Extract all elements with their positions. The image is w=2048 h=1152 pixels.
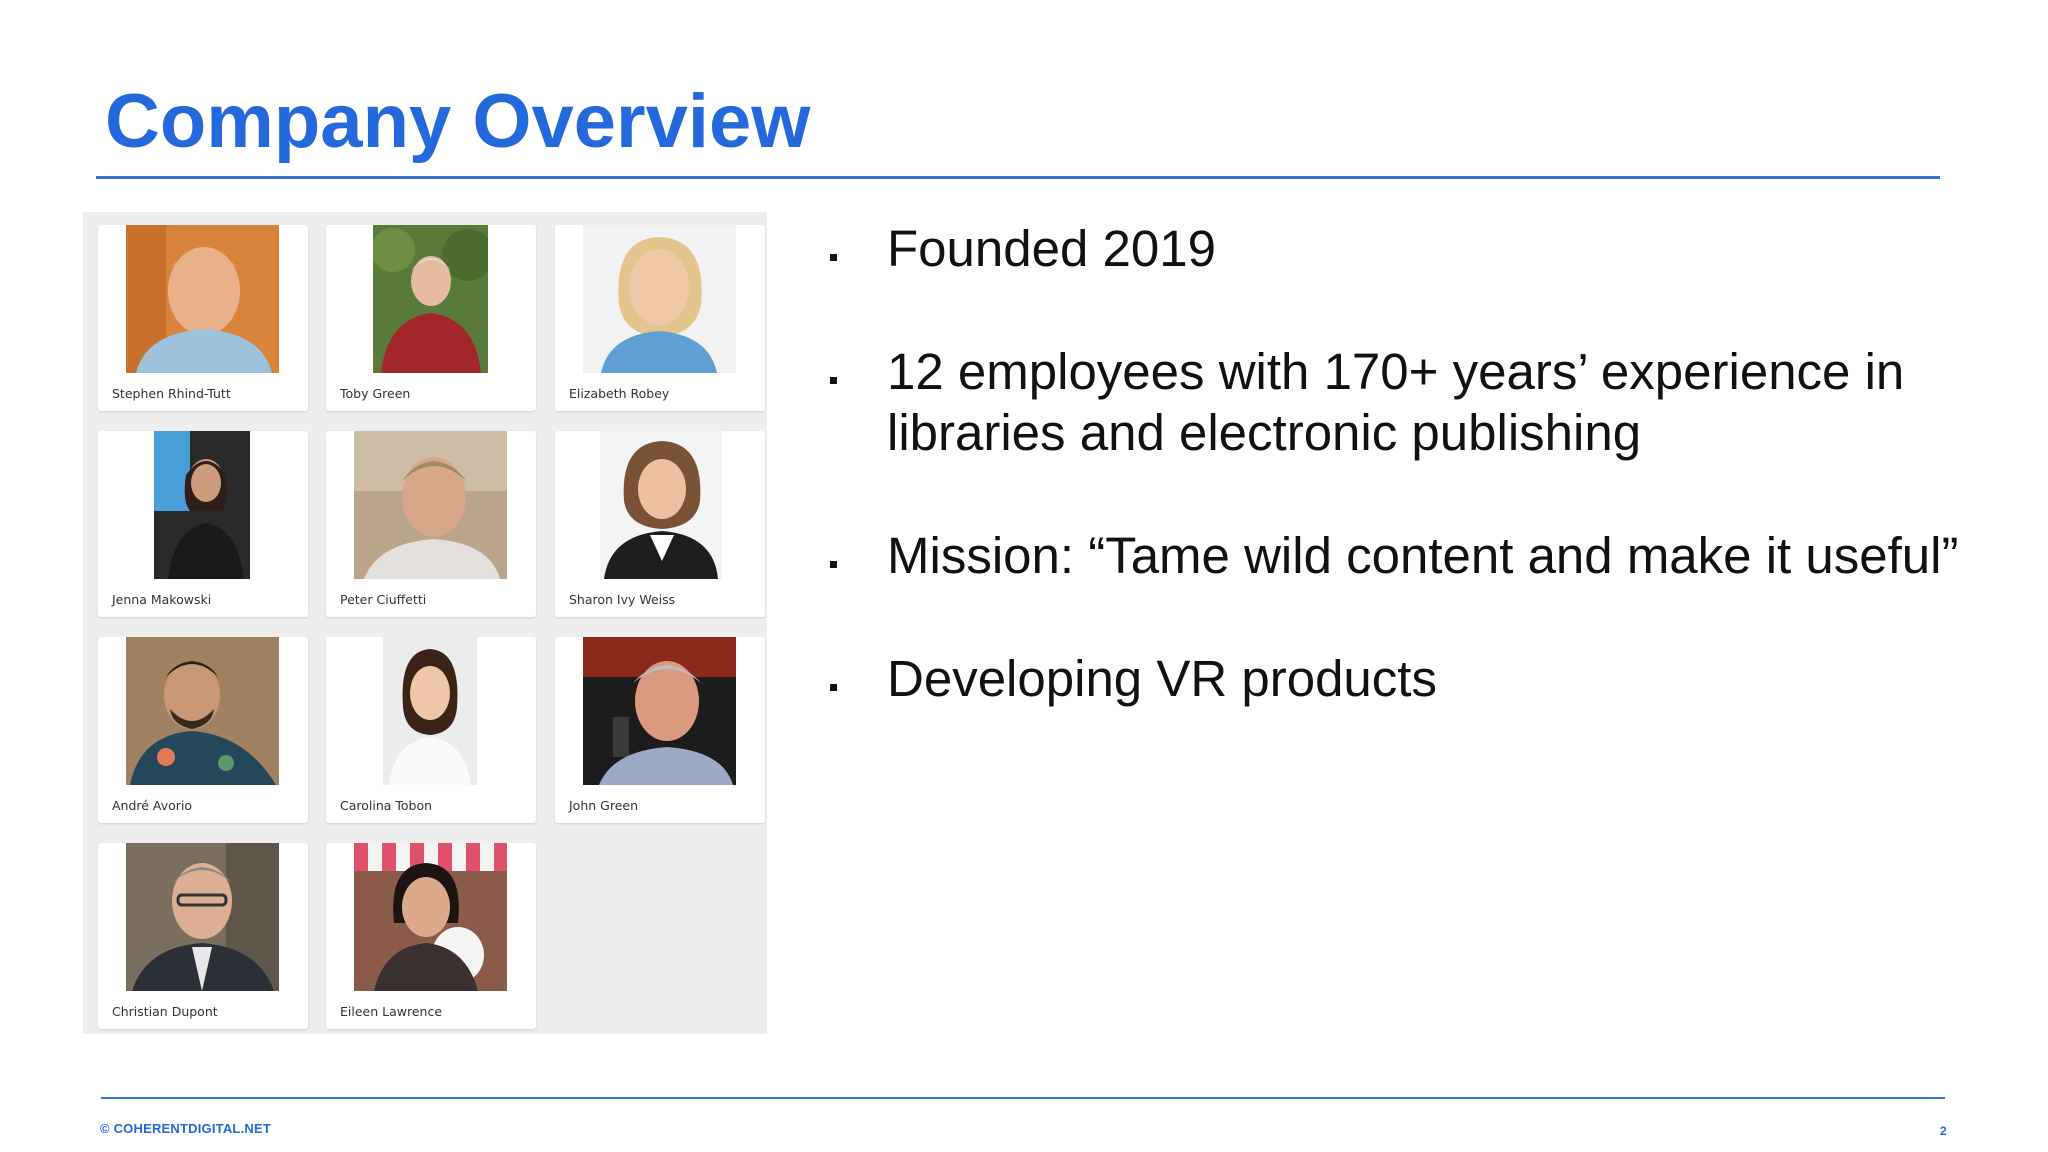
team-card: Christian Dupont <box>98 843 308 1029</box>
team-card: Carolina Tobon <box>326 637 536 823</box>
bullet-square-icon <box>830 377 837 384</box>
team-photo <box>126 637 279 785</box>
team-photo <box>126 843 279 991</box>
bullet-square-icon <box>830 684 837 691</box>
team-card: John Green <box>555 637 765 823</box>
team-member-name: Peter Ciuffetti <box>340 592 427 607</box>
bullet-item: Developing VR products <box>825 648 1985 709</box>
team-member-name: Elizabeth Robey <box>569 386 670 401</box>
bullet-text: Developing VR products <box>887 650 1437 707</box>
footer-rule <box>101 1097 1945 1099</box>
bullet-item: 12 employees with 170+ years’ experience… <box>825 341 1985 463</box>
team-card: Elizabeth Robey <box>555 225 765 411</box>
footer-copyright: © COHERENTDIGITAL.NET <box>100 1121 271 1136</box>
team-member-name: Jenna Makowski <box>112 592 212 607</box>
team-photo <box>583 637 736 785</box>
team-member-name: Stephen Rhind-Tutt <box>112 386 231 401</box>
bullet-text: Founded 2019 <box>887 220 1216 277</box>
team-photo <box>354 843 507 991</box>
team-card: Jenna Makowski <box>98 431 308 617</box>
team-photo <box>373 225 488 373</box>
team-card: Sharon Ivy Weiss <box>555 431 765 617</box>
team-photo <box>600 431 722 579</box>
team-member-name: Eileen Lawrence <box>340 1004 443 1019</box>
team-card: Eileen Lawrence <box>326 843 536 1029</box>
slide-title: Company Overview <box>105 79 811 164</box>
bullet-text: Mission: “Tame wild content and make it … <box>887 527 1959 584</box>
team-card: Peter Ciuffetti <box>326 431 536 617</box>
title-underline <box>96 176 1940 179</box>
bullet-item: Founded 2019 <box>825 218 1985 279</box>
team-member-name: Christian Dupont <box>112 1004 218 1019</box>
team-member-name: John Green <box>569 798 639 813</box>
team-photo <box>126 225 279 373</box>
bullet-text: 12 employees with 170+ years’ experience… <box>887 343 1905 461</box>
team-photo <box>383 637 477 785</box>
bullet-square-icon <box>830 561 837 568</box>
overview-bullet-list: Founded 2019 12 employees with 170+ year… <box>825 218 1985 771</box>
team-card: Toby Green <box>326 225 536 411</box>
bullet-item: Mission: “Tame wild content and make it … <box>825 525 1985 586</box>
bullet-square-icon <box>830 254 837 261</box>
team-member-name: Sharon Ivy Weiss <box>569 592 676 607</box>
team-member-name: Toby Green <box>340 386 411 401</box>
page-number: 2 <box>1940 1124 1947 1138</box>
team-panel: Stephen Rhind-Tutt Toby Green Elizabeth <box>83 212 767 1034</box>
team-card: André Avorio <box>98 637 308 823</box>
team-photo <box>354 431 507 579</box>
team-card: Stephen Rhind-Tutt <box>98 225 308 411</box>
team-member-name: Carolina Tobon <box>340 798 433 813</box>
team-photo <box>154 431 250 579</box>
team-photo <box>583 225 736 373</box>
team-member-name: André Avorio <box>112 798 193 813</box>
